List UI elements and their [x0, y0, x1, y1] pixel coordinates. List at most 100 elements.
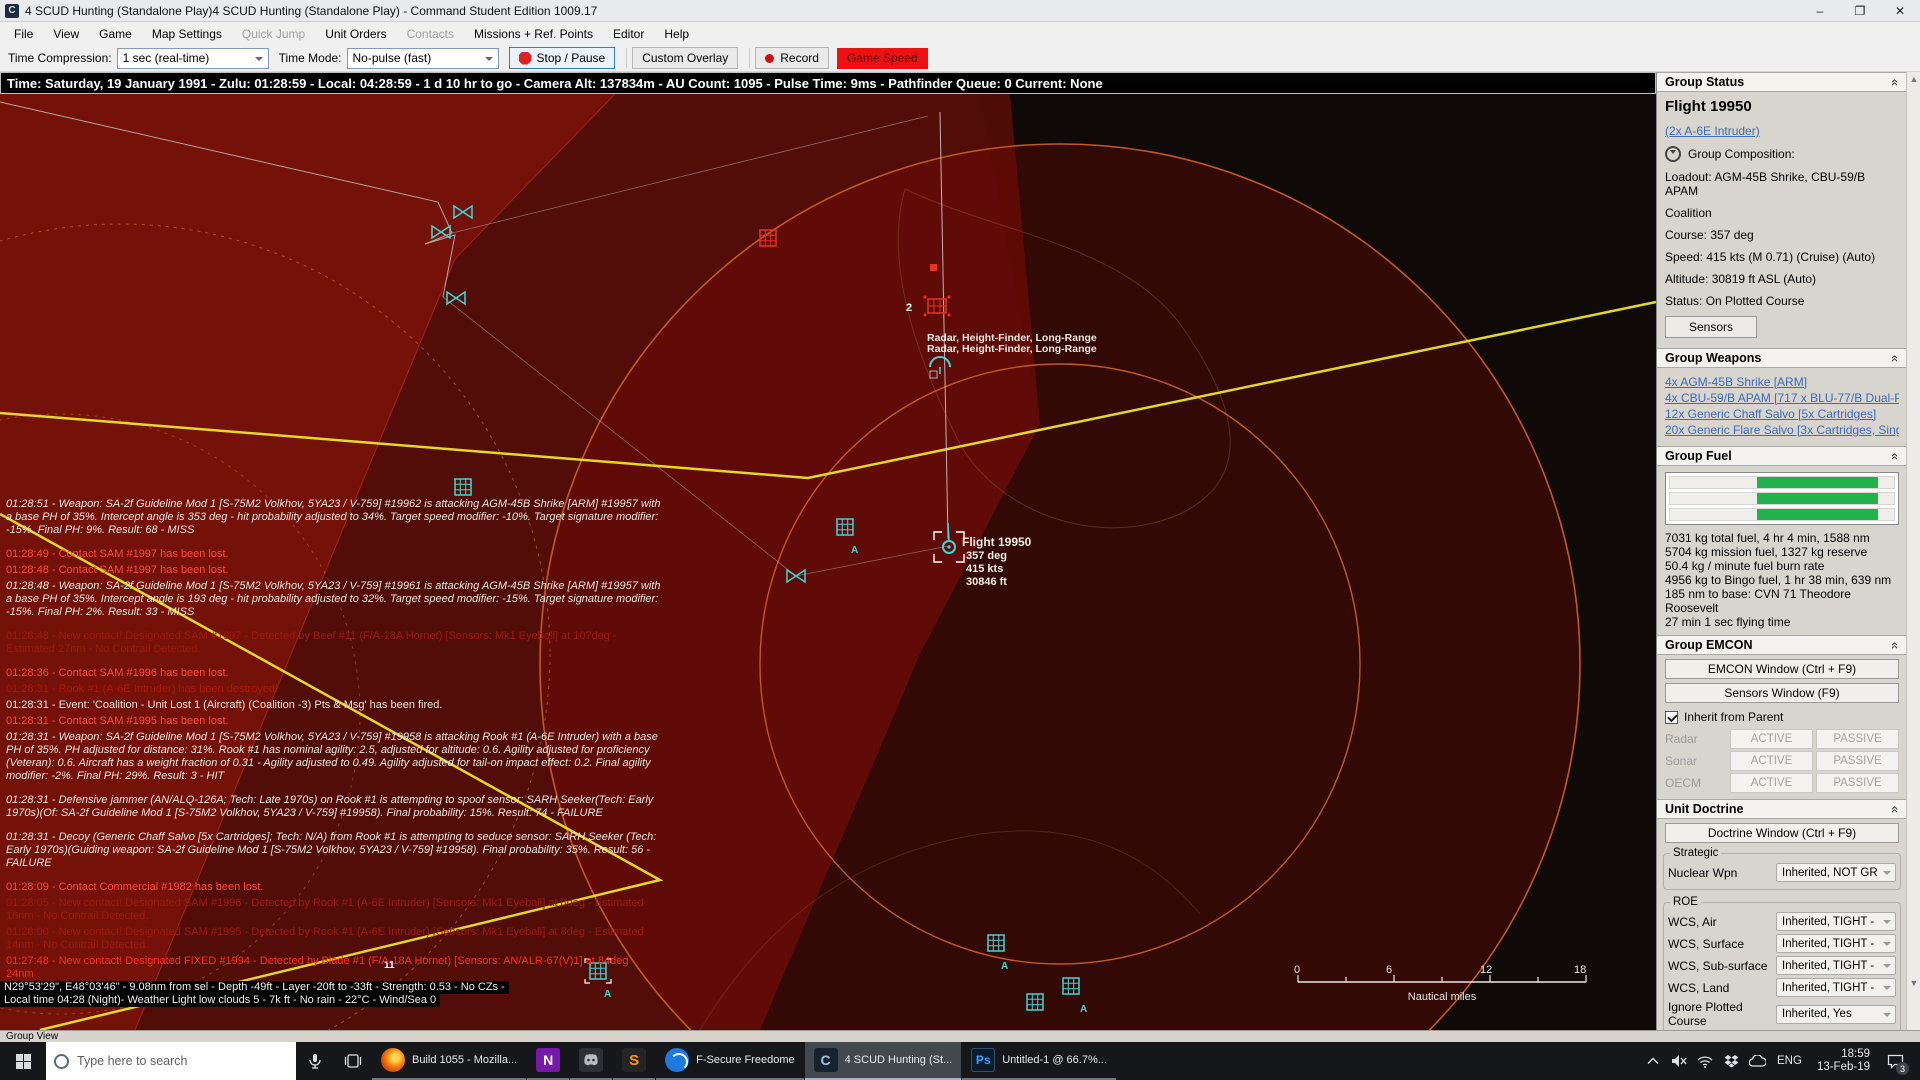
menu-unit-orders[interactable]: Unit Orders: [315, 22, 396, 45]
hostile-sam-site-icon[interactable]: [924, 296, 951, 317]
unit-doctrine-header[interactable]: Unit Doctrine «: [1657, 799, 1907, 819]
doctrine-window-button[interactable]: Doctrine Window (Ctrl + F9): [1665, 823, 1899, 843]
log-entry: 01:28:31 - Defensive jammer (AN/ALQ-126A…: [6, 794, 664, 820]
onenote-icon: N: [536, 1048, 560, 1072]
group-emcon-header[interactable]: Group EMCON «: [1657, 635, 1907, 655]
nuclear-wpn-select[interactable]: Inherited, NOT GR: [1776, 863, 1896, 882]
menu-game[interactable]: Game: [89, 22, 142, 45]
side-info: Coalition: [1665, 206, 1899, 220]
taskbar-search-box[interactable]: Type here to search: [46, 1042, 296, 1080]
log-entry: 01:28:00 - New contact! Designated SAM #…: [6, 926, 664, 952]
taskbar-app-sublime[interactable]: S: [613, 1042, 655, 1080]
volume-muted-icon[interactable]: [1666, 1042, 1692, 1080]
close-button[interactable]: ✕: [1880, 0, 1920, 22]
facility-tag: A: [1001, 961, 1008, 972]
wcs-air-select[interactable]: Inherited, TIGHT -: [1776, 912, 1896, 931]
game-speed-button[interactable]: Game Speed: [837, 48, 928, 69]
stop-pause-button[interactable]: Stop / Pause: [509, 47, 616, 69]
wcs-surface-select[interactable]: Inherited, TIGHT -: [1776, 934, 1896, 953]
fuel-info: 4956 kg to Bingo fuel, 1 hr 38 min, 639 …: [1665, 573, 1899, 587]
time-compression-select[interactable]: 1 sec (real-time): [117, 48, 269, 69]
map-area[interactable]: Time: Saturday, 19 January 1991 - Zulu: …: [0, 72, 1656, 1030]
time-mode-select[interactable]: No-pulse (fast): [347, 48, 499, 69]
menu-view[interactable]: View: [43, 22, 89, 45]
taskbar-clock[interactable]: 18:59 13-Feb-19: [1809, 1048, 1878, 1074]
time-mode-label: Time Mode:: [279, 51, 342, 65]
ignore-plotted-course-select[interactable]: Inherited, Yes: [1776, 1005, 1896, 1024]
group-weapons-header[interactable]: Group Weapons «: [1657, 348, 1907, 368]
wcs-land-select[interactable]: Inherited, TIGHT -: [1776, 978, 1896, 997]
taskbar-app-onenote[interactable]: N: [527, 1042, 569, 1080]
weapon-link[interactable]: 12x Generic Chaff Salvo [5x Cartridges]: [1665, 406, 1899, 422]
hostile-marker[interactable]: [930, 264, 937, 271]
weapon-link[interactable]: 4x AGM-45B Shrike [ARM]: [1665, 374, 1899, 390]
svg-text:357 deg: 357 deg: [966, 550, 1007, 562]
task-view-button[interactable]: [334, 1042, 372, 1080]
altitude-info: Altitude: 30819 ft ASL (Auto): [1665, 272, 1899, 286]
language-indicator[interactable]: ENG: [1770, 1055, 1809, 1067]
nuclear-wpn-label: Nuclear Wpn: [1668, 866, 1776, 880]
sonar-active-button[interactable]: ACTIVE: [1730, 751, 1813, 771]
radar-active-button[interactable]: ACTIVE: [1730, 729, 1813, 749]
inherit-from-parent-checkbox[interactable]: Inherit from Parent: [1665, 710, 1899, 724]
log-entry: 01:28:51 - Weapon: SA-2f Guideline Mod 1…: [6, 498, 664, 537]
group-composition-toggle[interactable]: Group Composition:: [1665, 146, 1899, 162]
dropbox-icon[interactable]: [1718, 1042, 1744, 1080]
facility-tag: A: [851, 545, 858, 556]
sonar-passive-button[interactable]: PASSIVE: [1816, 751, 1899, 771]
collapse-icon[interactable]: «: [1888, 805, 1903, 812]
scroll-down-icon[interactable]: ▼: [1907, 976, 1920, 990]
record-button[interactable]: Record: [755, 47, 829, 69]
menu-editor[interactable]: Editor: [603, 22, 654, 45]
group-status-header[interactable]: Group Status «: [1657, 72, 1907, 92]
sensors-window-button[interactable]: Sensors Window (F9): [1665, 683, 1899, 703]
emcon-sonar-label: Sonar: [1665, 751, 1727, 771]
search-icon: [54, 1054, 69, 1069]
start-button[interactable]: [0, 1042, 46, 1080]
window-title: 4 SCUD Hunting (Standalone Play)4 SCUD H…: [25, 4, 597, 18]
maximize-button[interactable]: ❐: [1840, 0, 1880, 22]
oecm-passive-button[interactable]: PASSIVE: [1816, 773, 1899, 793]
simulation-time-bar: Time: Saturday, 19 January 1991 - Zulu: …: [0, 72, 1656, 94]
menu-missions-ref-points[interactable]: Missions + Ref. Points: [464, 22, 603, 45]
radar-passive-button[interactable]: PASSIVE: [1816, 729, 1899, 749]
taskbar-app-photoshop[interactable]: Ps Untitled-1 @ 66.7%...: [962, 1042, 1116, 1080]
log-entry: 01:28:48 - Contact SAM #1997 has been lo…: [6, 564, 664, 577]
group-type-link[interactable]: (2x A-6E Intruder): [1665, 124, 1899, 138]
cloud-icon[interactable]: [1744, 1042, 1770, 1080]
command-app-icon: C: [814, 1048, 838, 1072]
collapse-icon[interactable]: «: [1888, 641, 1903, 648]
taskbar-app-discord[interactable]: [570, 1042, 612, 1080]
wcs-subsurface-select[interactable]: Inherited, TIGHT -: [1776, 956, 1896, 975]
menu-map-settings[interactable]: Map Settings: [142, 22, 232, 45]
sensors-button[interactable]: Sensors: [1665, 316, 1757, 338]
minimize-button[interactable]: –: [1800, 0, 1840, 22]
taskbar-app-command[interactable]: C 4 SCUD Hunting (St...: [805, 1042, 962, 1080]
facility-tag: A: [604, 989, 611, 1000]
collapse-icon[interactable]: «: [1888, 452, 1903, 459]
sidebar-scrollbar[interactable]: ▲ ▼: [1906, 72, 1920, 1030]
fuel-info: 185 nm to base: CVN 71 Theodore Roosevel…: [1665, 587, 1899, 615]
wcs-land-label: WCS, Land: [1668, 981, 1776, 995]
emcon-window-button[interactable]: EMCON Window (Ctrl + F9): [1665, 659, 1899, 679]
network-icon[interactable]: [1692, 1042, 1718, 1080]
wcs-surface-label: WCS, Surface: [1668, 937, 1776, 951]
collapse-icon[interactable]: «: [1888, 354, 1903, 361]
menu-help[interactable]: Help: [654, 22, 699, 45]
right-sidebar: Group Status « Flight 19950 (2x A-6E Int…: [1656, 72, 1920, 1030]
collapse-icon[interactable]: «: [1888, 78, 1903, 85]
chevron-down-circle-icon: [1665, 146, 1681, 162]
weapon-link[interactable]: 4x CBU-59/B APAM [717 x BLU-77/B Dual-Pu…: [1665, 390, 1899, 406]
oecm-active-button[interactable]: ACTIVE: [1730, 773, 1813, 793]
action-center-button[interactable]: 3: [1878, 1042, 1912, 1080]
svg-text:18: 18: [1574, 964, 1586, 976]
weapon-link[interactable]: 20x Generic Flare Salvo [3x Cartridges, …: [1665, 422, 1899, 438]
tray-chevron-up-icon[interactable]: [1640, 1042, 1666, 1080]
scroll-up-icon[interactable]: ▲: [1907, 72, 1920, 86]
group-fuel-header[interactable]: Group Fuel «: [1657, 446, 1907, 466]
taskbar-app-firefox[interactable]: Build 1055 - Mozilla...: [372, 1042, 526, 1080]
taskbar-app-fsecure[interactable]: F-Secure Freedome: [656, 1042, 803, 1080]
menu-file[interactable]: File: [4, 22, 43, 45]
dictation-mic-button[interactable]: [296, 1042, 334, 1080]
custom-overlay-button[interactable]: Custom Overlay: [632, 47, 738, 69]
